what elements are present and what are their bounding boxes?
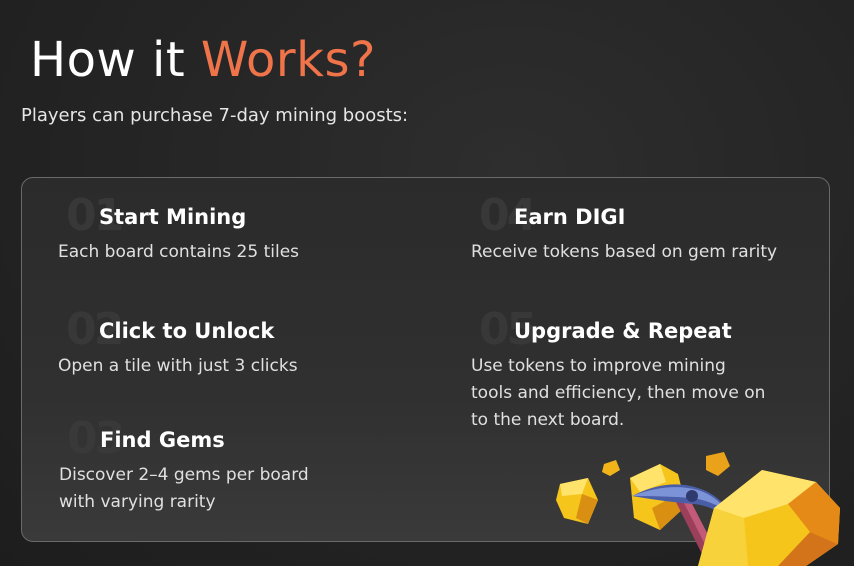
pickaxe-gold-icon — [556, 452, 840, 566]
step-description: Open a tile with just 3 clicks — [58, 356, 298, 376]
step-heading: Start Mining — [99, 205, 247, 229]
page-title: How it Works? — [30, 30, 376, 90]
step-find-gems: 03 Find Gems Discover 2–4 gems per board… — [59, 414, 319, 516]
step-description: Each board contains 25 tiles — [58, 242, 300, 262]
title-prefix: How it — [30, 32, 201, 88]
title-accent: Works? — [200, 32, 376, 88]
step-heading: Click to Unlock — [99, 319, 275, 343]
step-heading: Upgrade & Repeat — [514, 319, 732, 343]
step-upgrade-repeat: 05 Upgrade & Repeat Use tokens to improv… — [471, 305, 771, 434]
page-subtitle: Players can purchase 7-day mining boosts… — [21, 105, 409, 126]
step-description: Receive tokens based on gem rarity — [471, 242, 778, 262]
step-heading: Earn DIGI — [514, 205, 626, 229]
step-earn-digi: 04 Earn DIGI Receive tokens based on gem… — [471, 191, 811, 266]
step-click-to-unlock: 02 Click to Unlock Open a tile with just… — [58, 305, 398, 380]
gold-block-icon — [698, 470, 840, 566]
step-start-mining: 01 Start Mining Each board contains 25 t… — [58, 191, 398, 266]
step-description: Discover 2–4 gems per board with varying… — [59, 465, 309, 512]
gold-nugget-icon — [556, 478, 598, 524]
step-heading: Find Gems — [100, 428, 225, 452]
step-description: Use tokens to improve mining tools and e… — [471, 356, 766, 430]
